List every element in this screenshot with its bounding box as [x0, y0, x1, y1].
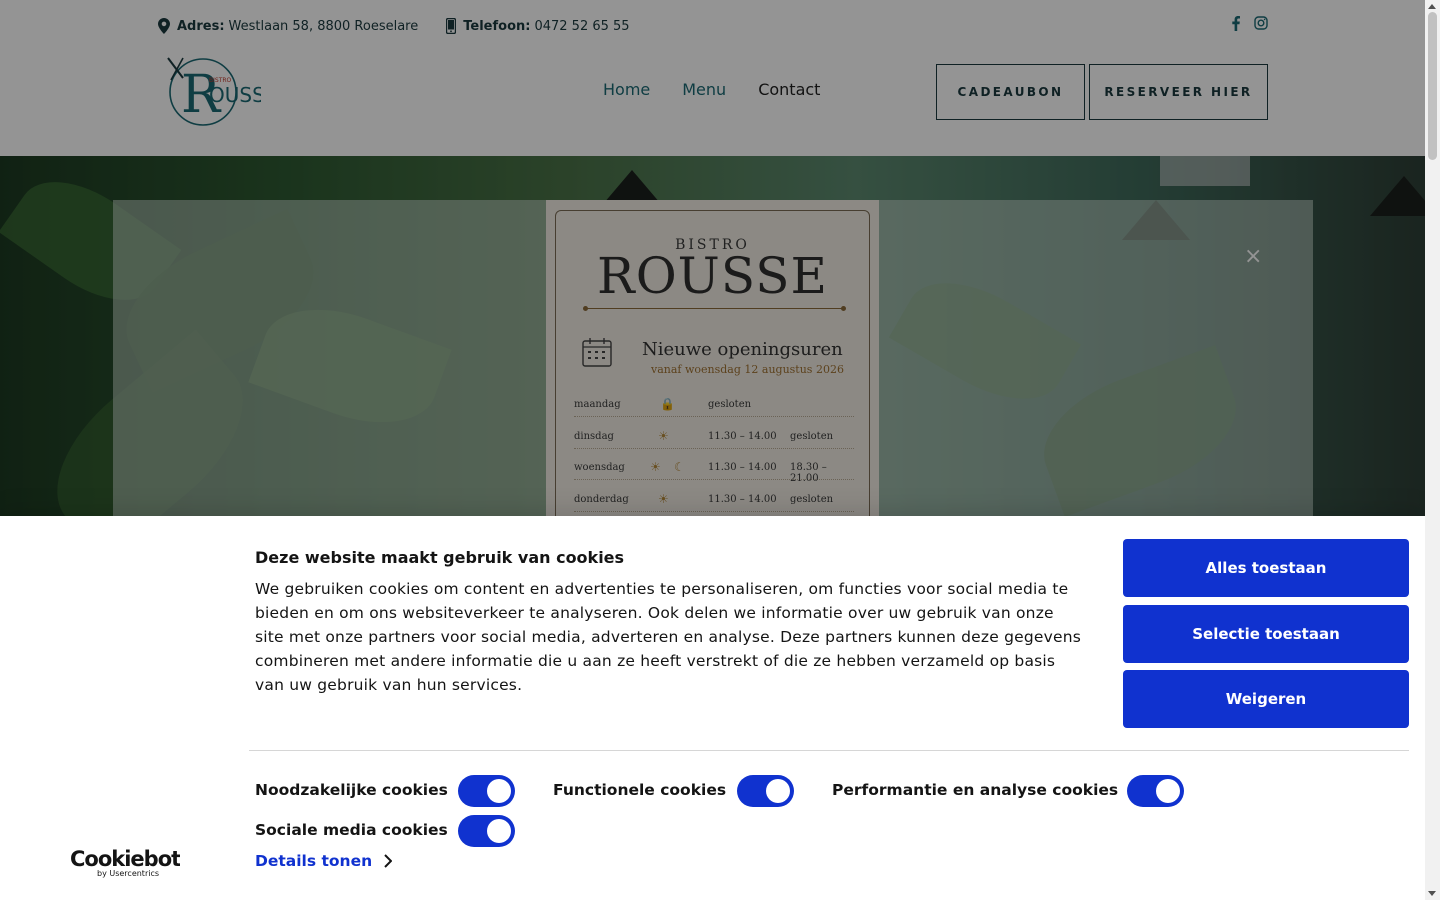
- performance-cookies-label: Performantie en analyse cookies: [832, 781, 1119, 799]
- show-details-label: Details tonen: [255, 852, 373, 870]
- allow-all-button[interactable]: Alles toestaan: [1123, 539, 1409, 597]
- cookiebot-logo: Cookiebot by Usercentrics: [70, 847, 180, 878]
- modal-backdrop: [0, 0, 1425, 516]
- scrollbar[interactable]: [1425, 0, 1440, 900]
- cookiebot-wordmark: Cookiebot: [70, 847, 180, 871]
- functional-cookies-label: Functionele cookies: [553, 781, 727, 799]
- social-cookies-toggle[interactable]: [458, 815, 515, 847]
- scroll-up-icon[interactable]: [1428, 4, 1436, 9]
- cookie-text: We gebruiken cookies om content en adver…: [255, 580, 1082, 694]
- functional-cookies-toggle[interactable]: [737, 775, 794, 807]
- cookie-divider: [249, 750, 1409, 751]
- scrollbar-thumb[interactable]: [1428, 12, 1437, 160]
- deny-button[interactable]: Weigeren: [1123, 670, 1409, 728]
- social-cookies-label: Sociale media cookies: [255, 821, 448, 839]
- performance-cookies-toggle[interactable]: [1127, 775, 1184, 807]
- cookie-title: Deze website maakt gebruik van cookies: [255, 548, 625, 567]
- chevron-right-icon: [384, 854, 393, 868]
- cookiebot-subline: by Usercentrics: [97, 869, 159, 878]
- necessary-cookies-label: Noodzakelijke cookies: [255, 781, 448, 799]
- scroll-down-icon[interactable]: [1428, 891, 1436, 896]
- necessary-cookies-toggle[interactable]: [458, 775, 515, 807]
- show-details-link[interactable]: Details tonen: [255, 852, 393, 870]
- allow-selection-button[interactable]: Selectie toestaan: [1123, 605, 1409, 663]
